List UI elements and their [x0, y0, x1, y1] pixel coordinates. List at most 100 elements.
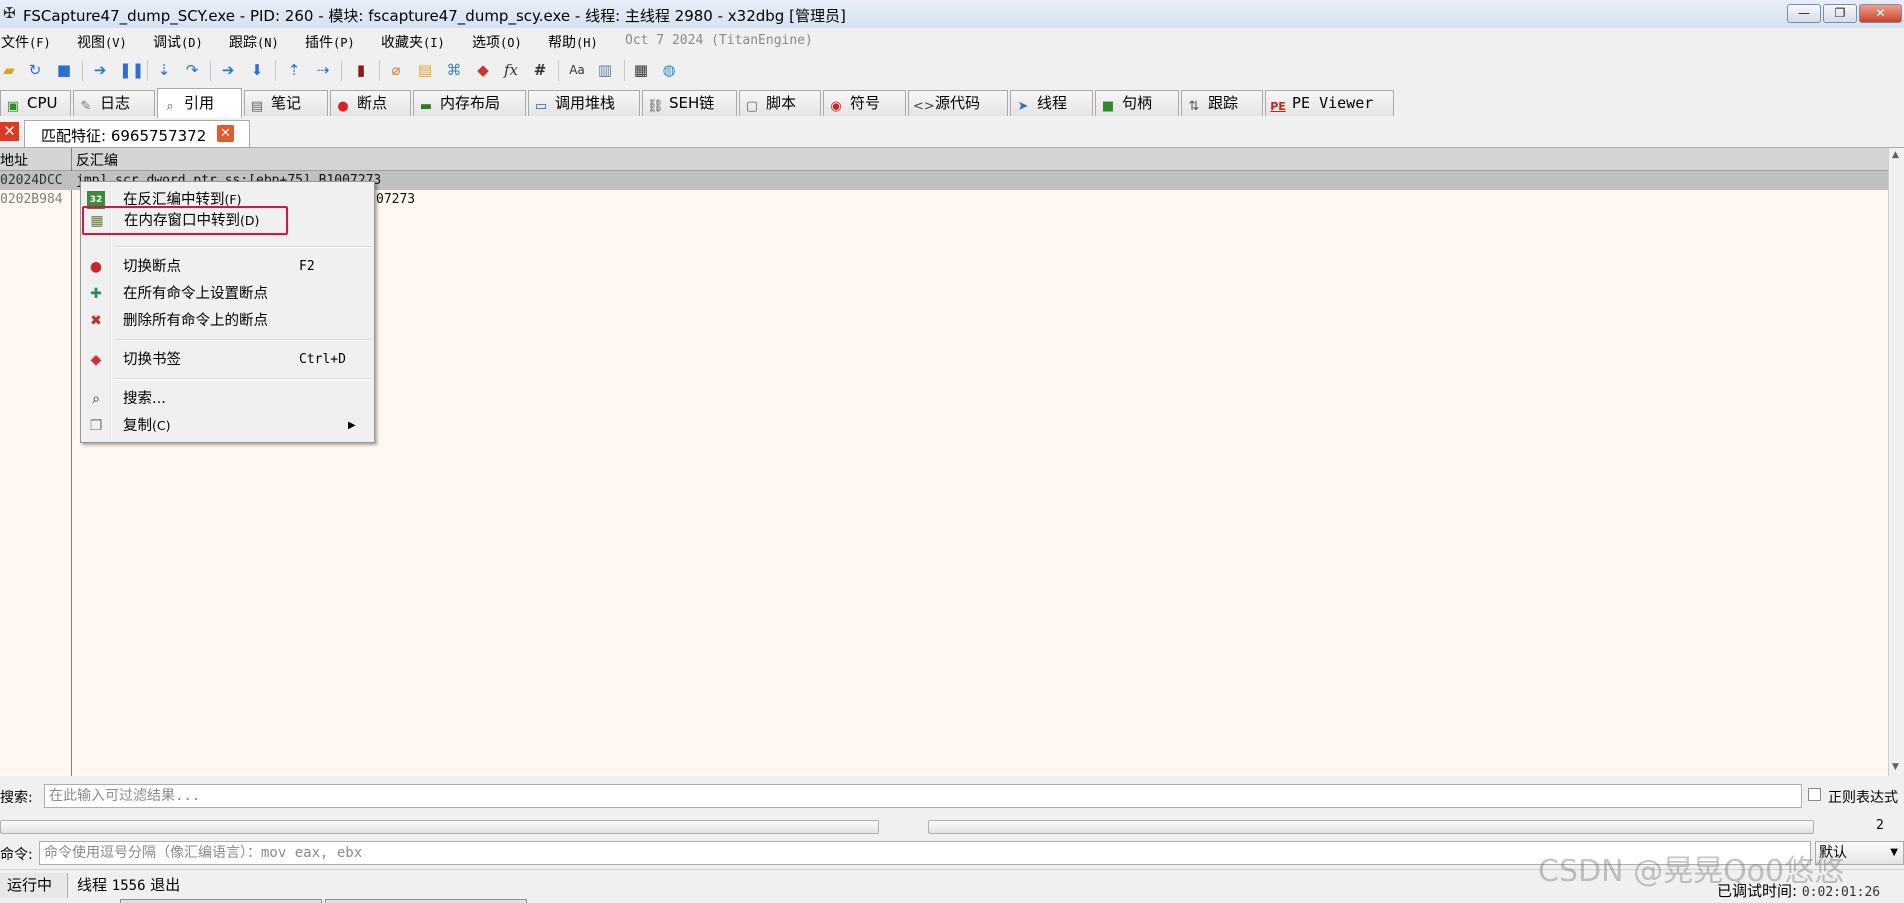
script-icon: ▢ [745, 99, 759, 114]
command-label: 命令: [0, 847, 33, 863]
tab-notes[interactable]: ▤ 笔记 [244, 90, 328, 116]
taskbar-tab[interactable] [120, 899, 322, 903]
tab-threads[interactable]: ➤ 线程 [1010, 90, 1093, 116]
hash-icon[interactable]: # [531, 61, 549, 79]
menu-trace[interactable]: 跟踪(N) [229, 32, 279, 52]
horizontal-scroll-row: 2 [0, 815, 1904, 837]
tab-memory-map[interactable]: ▬ 内存布局 [413, 90, 526, 116]
tab-source[interactable]: <>源代码 [908, 90, 1008, 116]
symbols-icon: ◉ [830, 99, 842, 114]
trace-over-icon[interactable]: ⬇ [248, 61, 266, 79]
scroll-down-icon[interactable]: ▼ [1892, 762, 1899, 772]
memory-map-icon: ▬ [419, 99, 433, 114]
watermark: CSDN @晃晃Qo0悠悠 [1538, 854, 1845, 889]
tab-symbols[interactable]: ◉ 符号 [823, 90, 906, 116]
stop-icon[interactable]: ■ [55, 61, 73, 79]
memory-icon[interactable]: ▥ [596, 61, 614, 79]
version-label: Oct 7 2024 (TitanEngine) [625, 33, 813, 48]
trace-icon: ⇅ [1188, 99, 1200, 114]
call-stack-icon: ▭ [534, 99, 548, 114]
menu-file[interactable]: 文件(F) [1, 32, 51, 52]
search-label: 搜索: [0, 790, 33, 806]
close-button[interactable]: ✕ [1859, 4, 1902, 23]
submenu-arrow-icon: ▶ [348, 420, 356, 431]
tab-seh-chain[interactable]: ⛓ SEH链 [642, 90, 737, 116]
run-icon[interactable]: ➔ [91, 61, 109, 79]
step-into-icon[interactable]: ⇣ [155, 61, 173, 79]
menu-bar: 文件(F) 视图(V) 调试(D) 跟踪(N) 插件(P) 收藏夹(I) 选项(… [0, 28, 1904, 54]
scroll-up-icon[interactable]: ▲ [1892, 150, 1899, 160]
function-icon[interactable]: fx [502, 61, 520, 79]
column-header-disassembly[interactable]: 反汇编 [76, 150, 118, 170]
comment-icon[interactable]: ▤ [416, 61, 434, 79]
handles-icon: ■ [1101, 99, 1115, 114]
run-to-user-code-icon[interactable]: ⇢ [314, 61, 332, 79]
tab-pe-viewer[interactable]: PE PE Viewer [1265, 90, 1394, 116]
menu-debug[interactable]: 调试(D) [153, 32, 203, 52]
minimize-button[interactable]: — [1787, 4, 1821, 23]
menu-item-toggle-bookmark[interactable]: ◆ 切换书签 Ctrl+D [81, 348, 374, 372]
regex-label: 正则表达式 [1828, 790, 1898, 806]
close-all-icon[interactable]: ✕ [0, 122, 19, 141]
cpu-icon: ▣ [6, 99, 20, 114]
trace-into-icon[interactable]: ➔ [219, 61, 237, 79]
menu-item-copy[interactable]: ❐ 复制(C) ▶ [81, 414, 374, 438]
close-subtab-icon[interactable]: ✕ [217, 125, 234, 142]
tab-breakpoints[interactable]: ● 断点 [330, 90, 411, 116]
patch-icon[interactable]: ⌀ [387, 61, 405, 79]
column-header-address[interactable]: 地址 [0, 150, 28, 170]
menu-item-toggle-breakpoint[interactable]: ● 切换断点 F2 [81, 255, 374, 279]
tab-script[interactable]: ▢ 脚本 [739, 90, 821, 116]
menu-item-goto-memory[interactable]: ▦ 在内存窗口中转到(D) [82, 206, 288, 235]
column-divider[interactable] [71, 148, 72, 776]
vertical-scrollbar[interactable]: ▲ ▼ [1888, 148, 1904, 776]
taskbar-tab[interactable] [325, 899, 527, 903]
row-disassembly-tail: 07273 [376, 192, 416, 207]
subtab-pattern-match[interactable]: 匹配特征: 6965757372 ✕ [24, 120, 250, 147]
menu-item-set-breakpoint-all[interactable]: ✚ 在所有命令上设置断点 [81, 282, 374, 306]
calculator-icon[interactable]: ▦ [632, 61, 650, 79]
log-icon: ✎ [80, 99, 92, 114]
regex-checkbox[interactable] [1808, 788, 1821, 801]
pause-icon[interactable]: ❚❚ [119, 61, 144, 79]
seh-chain-icon: ⛓ [647, 99, 664, 114]
menu-item-remove-breakpoint-all[interactable]: ✖ 删除所有命令上的断点 [81, 309, 374, 333]
label-icon[interactable]: ⌘ [445, 61, 463, 79]
result-count: 2 [1876, 818, 1884, 833]
menu-item-search[interactable]: ⌕ 搜索... [81, 387, 374, 411]
menu-options[interactable]: 选项(O) [472, 32, 522, 52]
tab-references[interactable]: ⌕ 引用 [157, 88, 242, 118]
search-bar: 搜索: 正则表达式 [0, 779, 1904, 813]
scylla-icon[interactable]: ▮ [352, 61, 370, 79]
horizontal-scrollbar-right[interactable] [928, 820, 1814, 834]
goto-memory-icon: ▦ [90, 213, 104, 229]
tab-trace[interactable]: ⇅ 跟踪 [1181, 90, 1263, 116]
restore-button[interactable]: ❐ [1823, 4, 1857, 23]
strings-icon[interactable]: Aa [568, 61, 586, 79]
horizontal-scrollbar-left[interactable] [0, 820, 879, 834]
tab-call-stack[interactable]: ▭ 调用堆栈 [528, 90, 640, 116]
tab-handles[interactable]: ■ 句柄 [1095, 90, 1179, 116]
menu-view[interactable]: 视图(V) [77, 32, 127, 52]
tab-cpu[interactable]: ▣ CPU [0, 90, 71, 116]
bookmark-icon[interactable]: ◆ [474, 61, 492, 79]
toggle-bookmark-icon: ◆ [90, 352, 102, 368]
step-over-icon[interactable]: ↷ [183, 61, 201, 79]
menu-plugins[interactable]: 插件(P) [305, 32, 355, 52]
subtab-label: 匹配特征: 6965757372 [41, 127, 207, 145]
debugger-state: 运行中 [0, 873, 68, 898]
globe-icon[interactable]: ◍ [660, 61, 678, 79]
search-input[interactable] [44, 784, 1802, 808]
restart-icon[interactable]: ↻ [26, 61, 44, 79]
tab-log[interactable]: ✎ 日志 [73, 90, 155, 116]
references-icon: ⌕ [166, 99, 174, 114]
menu-favourites[interactable]: 收藏夹(I) [381, 32, 445, 52]
execute-till-return-icon[interactable]: ⇡ [285, 61, 303, 79]
copy-icon: ❐ [89, 418, 103, 434]
notes-icon: ▤ [250, 99, 264, 114]
open-icon[interactable]: ▰ [0, 61, 18, 79]
reference-subtabs: ✕ 匹配特征: 6965757372 ✕ [0, 118, 1904, 148]
menu-help[interactable]: 帮助(H) [548, 32, 598, 52]
breakpoints-icon: ● [337, 99, 349, 114]
x32dbg-app-icon[interactable]: ✠ [3, 5, 19, 21]
